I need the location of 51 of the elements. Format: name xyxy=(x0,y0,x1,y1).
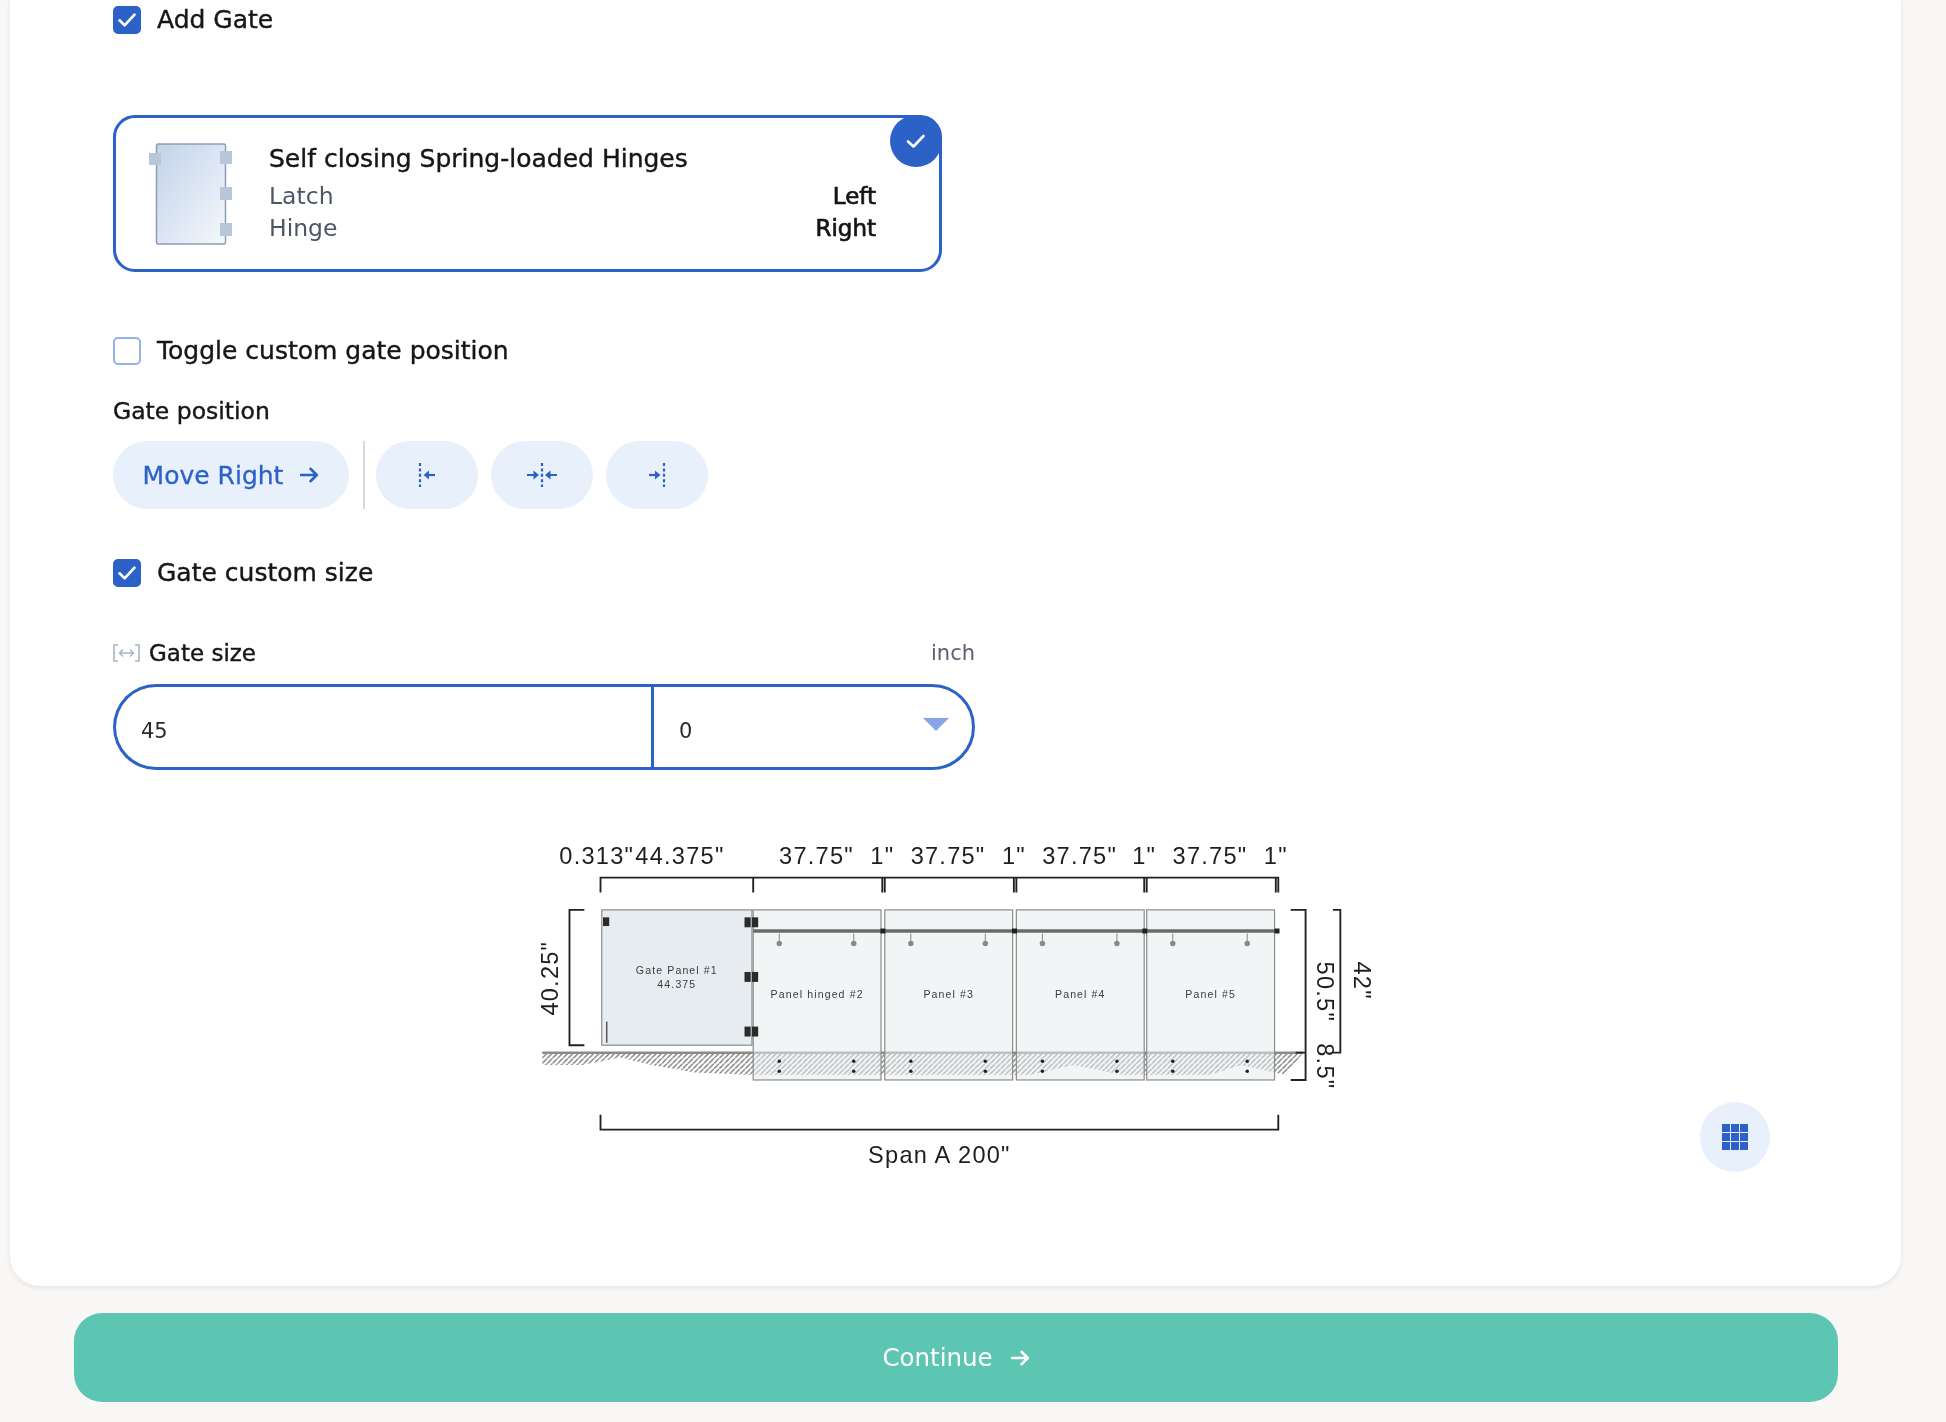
checkbox-label: Toggle custom gate position xyxy=(157,336,509,366)
panel-label: Panel #3 xyxy=(923,988,974,1001)
caret-down-icon xyxy=(923,717,949,731)
checkbox[interactable] xyxy=(113,6,141,34)
glass-gate-icon xyxy=(149,143,233,245)
unit-label: inch xyxy=(931,640,975,667)
dimension-label: 40.25" xyxy=(536,940,563,1016)
span-label: Span A 200" xyxy=(868,1142,1011,1169)
checkbox[interactable] xyxy=(113,337,141,365)
dimension-label: 50.5" xyxy=(1312,961,1339,1023)
arrow-right-icon xyxy=(300,467,320,483)
panel-label: 44.375 xyxy=(657,978,697,991)
dimension-label: 1" xyxy=(1132,842,1157,869)
field-label: Gate size xyxy=(149,639,256,667)
spec-label: Latch xyxy=(269,181,334,212)
panel-label: Panel #5 xyxy=(1185,988,1236,1001)
dimension-label: 0.313" xyxy=(559,842,635,869)
check-icon xyxy=(118,13,136,27)
arrow-right-icon xyxy=(1010,1349,1030,1366)
dimension-label: 1" xyxy=(1001,842,1026,869)
dimension-label: 37.75" xyxy=(1172,842,1248,869)
dimension-label: 1" xyxy=(1263,842,1288,869)
spec-value: Right xyxy=(815,214,876,243)
grid-icon xyxy=(1722,1124,1748,1150)
dimension-label: 8.5" xyxy=(1312,1043,1339,1090)
spec-label: Hinge xyxy=(269,213,338,244)
check-icon xyxy=(118,566,136,580)
dimension-label: 37.75" xyxy=(910,842,986,869)
dimension-label: 37.75" xyxy=(779,842,854,869)
dimension-label: 1" xyxy=(870,842,895,869)
panel-label: Panel #4 xyxy=(1055,988,1106,1001)
move-button[interactable]: Move Right xyxy=(113,441,349,509)
arrow-to-line-icon xyxy=(418,463,436,487)
arrow-to-line-icon xyxy=(648,463,666,487)
dimension-label: 37.75" xyxy=(1042,842,1118,869)
checkbox-label: Gate custom size xyxy=(157,558,374,588)
size-input-field[interactable]: 45 xyxy=(113,684,651,770)
gate-option-card[interactable]: Self closing Spring-loaded Hinges Latch Left Hinge Right xyxy=(113,115,942,272)
section-label: Gate position xyxy=(113,397,270,425)
dimension-label: 44.375" xyxy=(635,842,725,869)
checkbox-label: Add Gate xyxy=(157,5,274,35)
check-circle-icon xyxy=(890,115,942,167)
fraction-dropdown[interactable]: 0 xyxy=(651,684,975,770)
panel-label: Panel hinged #2 xyxy=(770,988,864,1001)
checkbox[interactable] xyxy=(113,559,141,587)
width-measure-icon xyxy=(113,644,140,662)
option-title: Self closing Spring-loaded Hinges xyxy=(269,143,689,175)
arrows-to-line-icon xyxy=(527,463,557,487)
dimension-label: 42" xyxy=(1349,961,1376,1000)
spec-value: Left xyxy=(832,182,876,211)
panel-label: Gate Panel #1 xyxy=(635,964,718,977)
